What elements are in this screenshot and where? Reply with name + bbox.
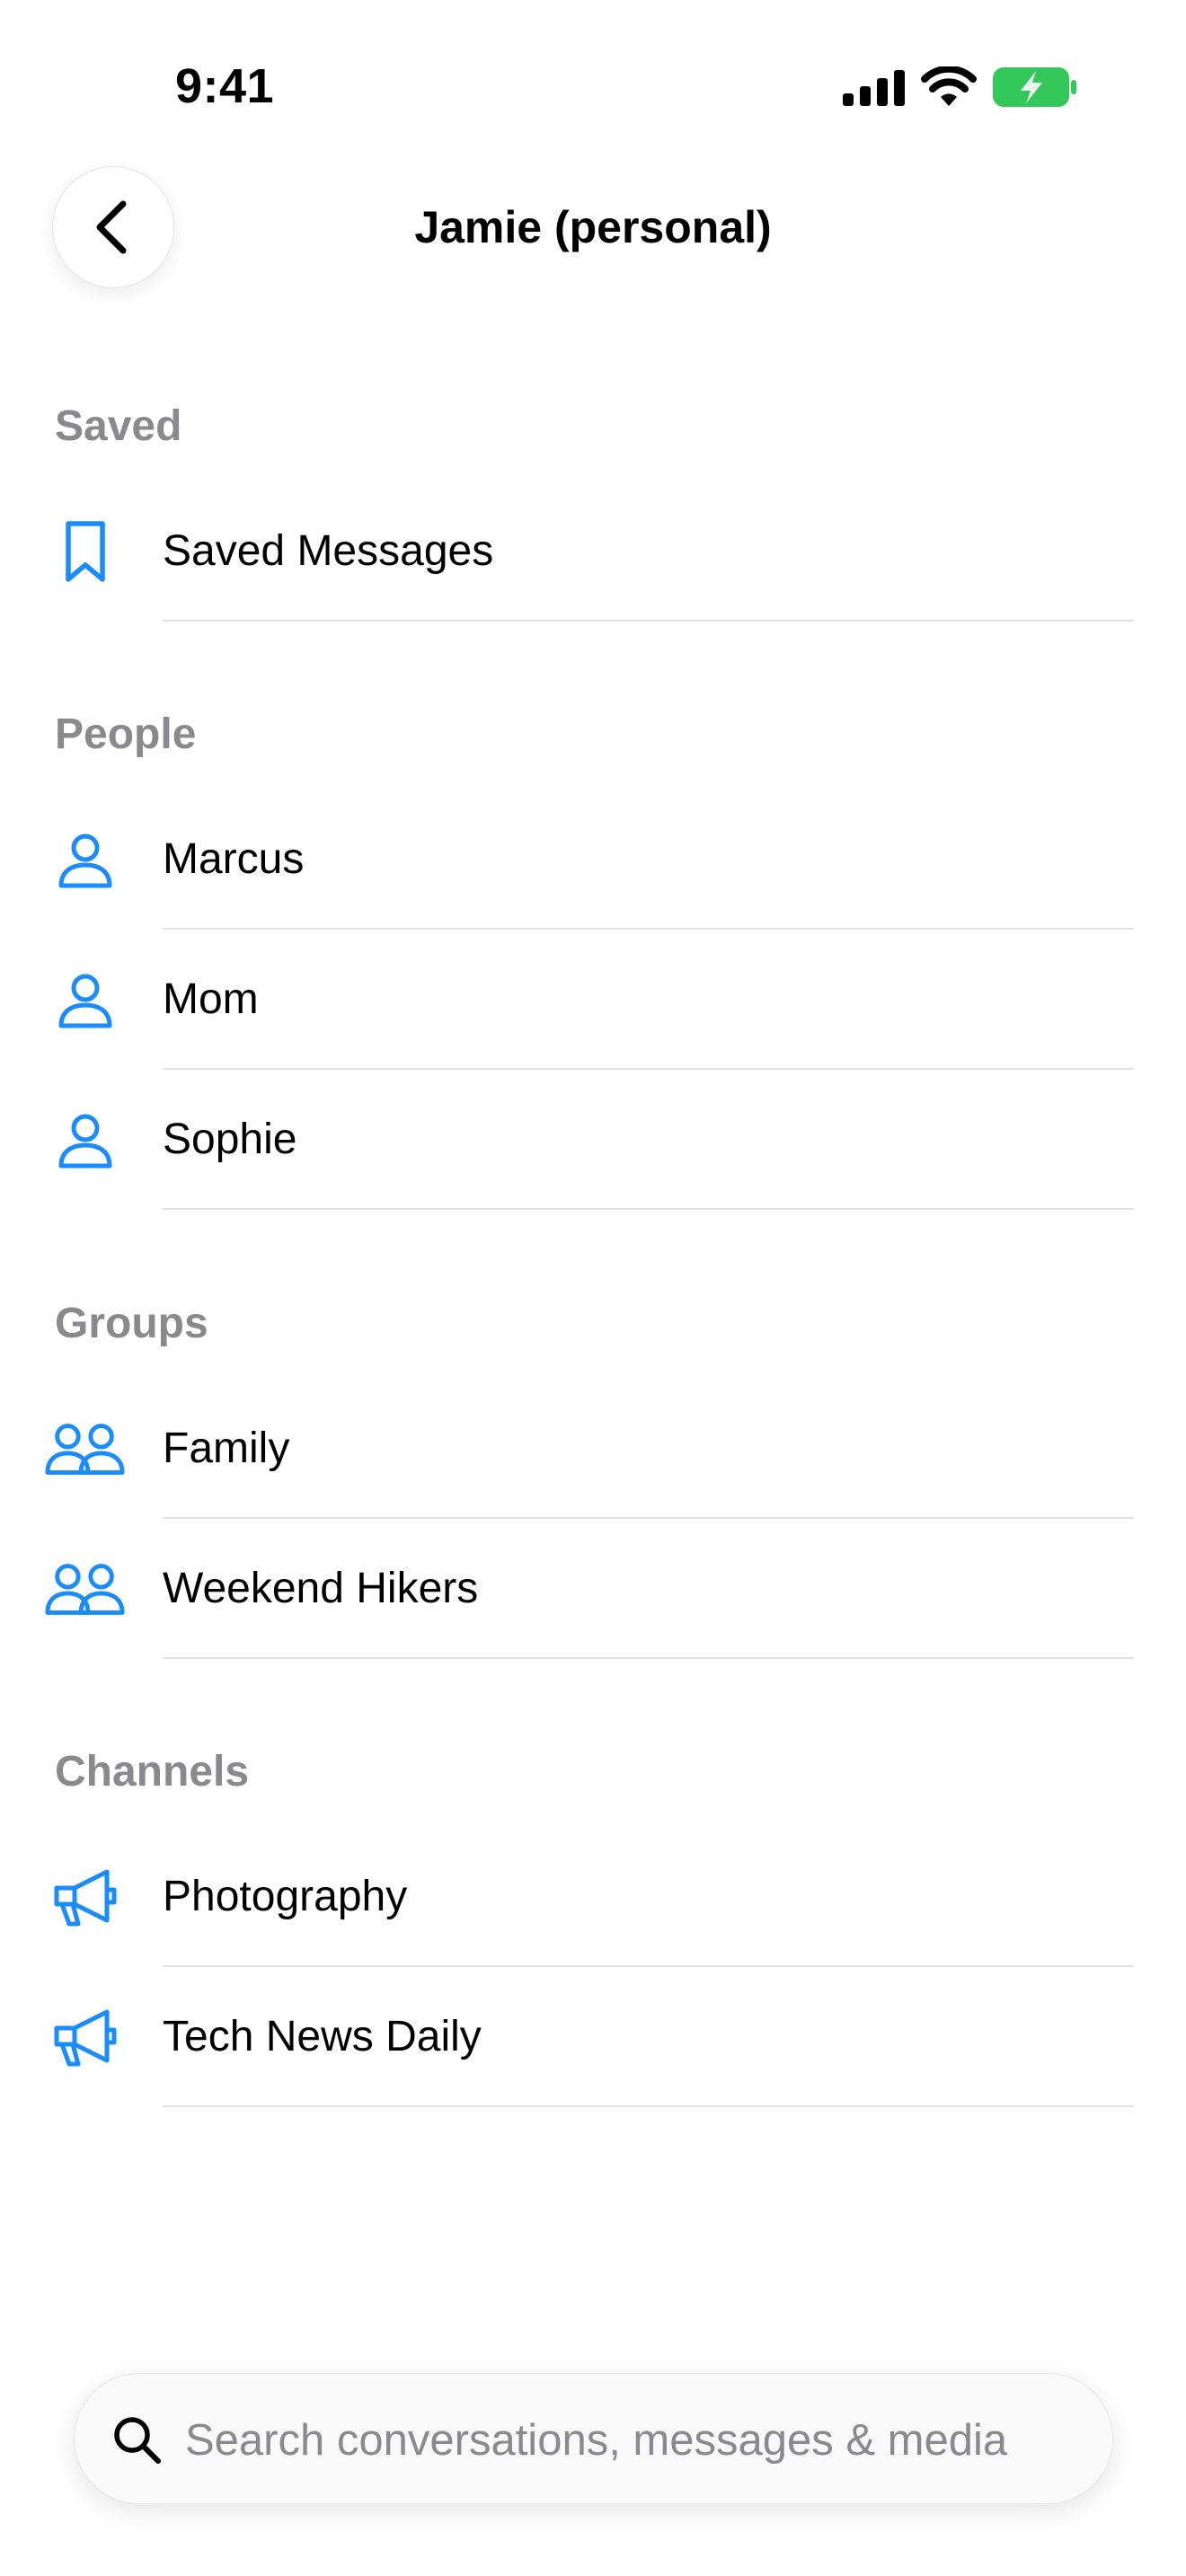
list-item-label: Photography (163, 1873, 408, 1920)
search-input[interactable]: Search conversations, messages & media (185, 2413, 1007, 2467)
list-item-family[interactable]: Family (0, 1379, 1186, 1519)
list-item-label: Saved Messages (163, 527, 494, 575)
divider (163, 620, 1134, 622)
list-item-label: Tech News Daily (163, 2013, 482, 2060)
list-item-label: Sophie (163, 1116, 297, 1163)
bookmark-icon (45, 512, 126, 593)
list-item-photography[interactable]: Photography (0, 1827, 1186, 1967)
list-item-label: Mom (163, 975, 259, 1023)
list-item-marcus[interactable]: Marcus (0, 790, 1186, 930)
megaphone-icon (45, 1998, 126, 2078)
screen: 9:41 Jamie (personal) Saved Saved Messag… (0, 0, 1186, 2576)
person-icon (45, 960, 126, 1041)
list-item-sophie[interactable]: Sophie (0, 1070, 1186, 1210)
section-header-people: People (55, 710, 197, 758)
section-header-saved: Saved (55, 402, 182, 450)
list-item-saved-messages[interactable]: Saved Messages (0, 481, 1186, 622)
list-item-label: Family (163, 1425, 290, 1472)
section-header-groups: Groups (55, 1300, 208, 1347)
divider (163, 1657, 1134, 1659)
status-icons (836, 65, 1078, 108)
battery-charging-icon (993, 67, 1076, 107)
status-time: 9:41 (175, 59, 275, 113)
search-bar[interactable]: Search conversations, messages & media (74, 2373, 1113, 2504)
page-title: Jamie (personal) (414, 202, 772, 252)
list-item-weekend-hikers[interactable]: Weekend Hikers (0, 1519, 1186, 1659)
list-item-mom[interactable]: Mom (0, 930, 1186, 1070)
cellular-signal-icon (843, 70, 905, 106)
divider (163, 1208, 1134, 1210)
person-icon (45, 1100, 126, 1181)
list-item-label: Marcus (163, 835, 305, 883)
divider (163, 2105, 1134, 2107)
search-icon (114, 2417, 161, 2464)
group-icon (45, 1409, 126, 1490)
list-item-tech-news-daily[interactable]: Tech News Daily (0, 1967, 1186, 2107)
section-header-channels: Channels (55, 1748, 250, 1795)
wifi-icon (921, 66, 977, 106)
person-icon (45, 820, 126, 901)
list-item-label: Weekend Hikers (163, 1565, 479, 1612)
group-icon (45, 1549, 126, 1630)
megaphone-icon (45, 1857, 126, 1938)
